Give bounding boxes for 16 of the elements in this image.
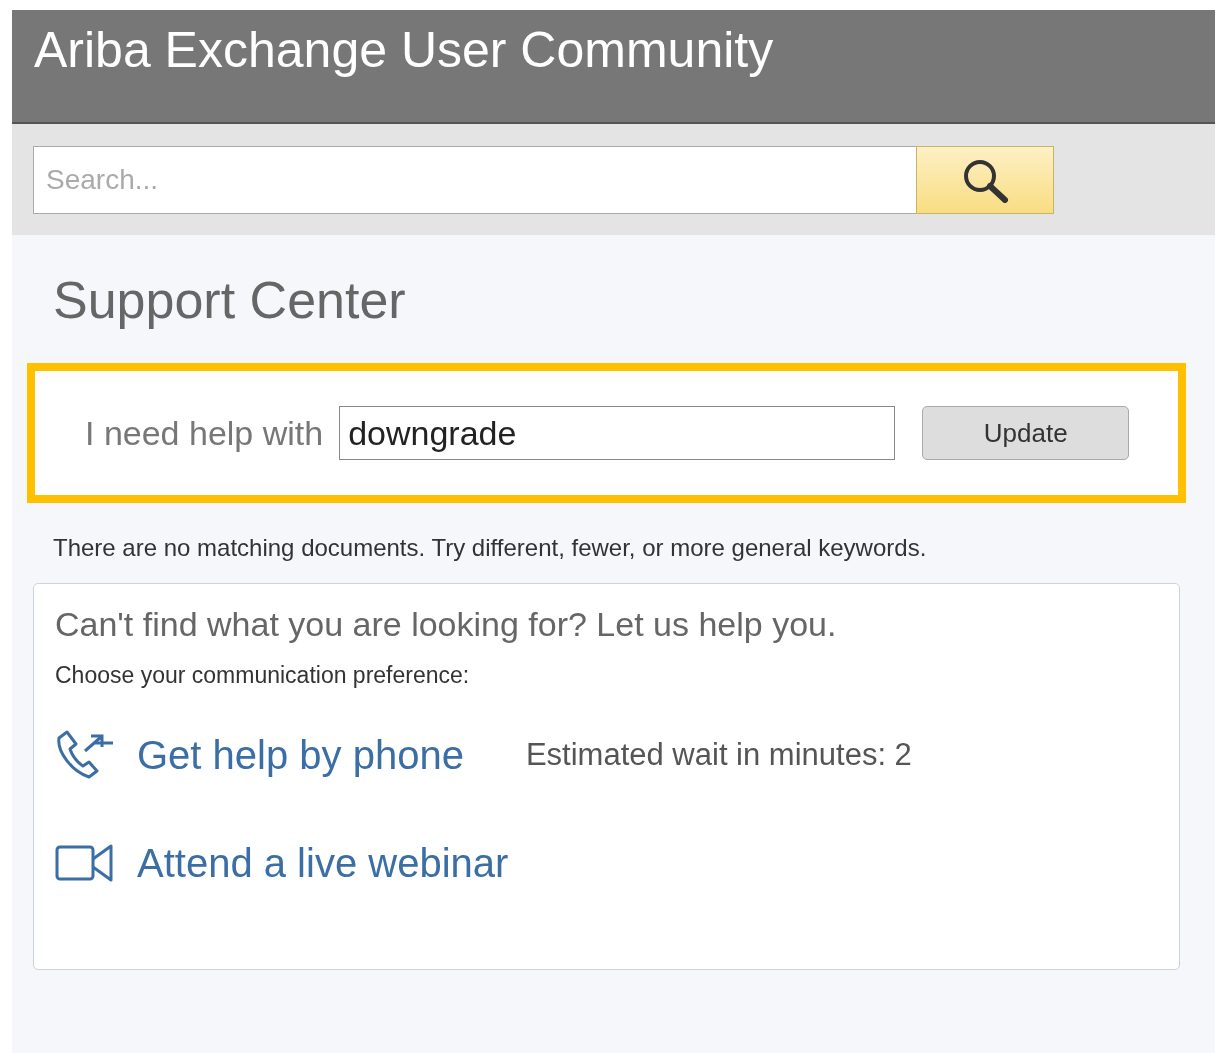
search-field[interactable]: Search... <box>33 146 916 214</box>
preference-prompt: Choose your communication preference: <box>55 661 470 690</box>
video-camera-icon <box>55 843 115 883</box>
site-title: Ariba Exchange User Community <box>34 21 774 80</box>
search-icon <box>961 157 1009 203</box>
help-label: I need help with <box>85 413 324 453</box>
search-button[interactable] <box>916 146 1054 214</box>
contact-option-link[interactable]: Attend a live webinar <box>137 840 509 886</box>
no-results-message: There are no matching documents. Try different, fewer, or more general keywords. <box>53 533 927 563</box>
page-title: Support Center <box>53 270 406 331</box>
card-heading: Can't find what you are looking for? Let us help you. <box>55 604 837 645</box>
contact-option-link[interactable]: Get help by phone <box>137 732 464 778</box>
help-topic-field[interactable]: downgrade <box>339 406 896 460</box>
wait-time-text: Estimated wait in minutes: 2 <box>525 737 912 773</box>
update-button[interactable]: Update <box>922 406 1130 460</box>
phone-icon <box>55 729 115 781</box>
